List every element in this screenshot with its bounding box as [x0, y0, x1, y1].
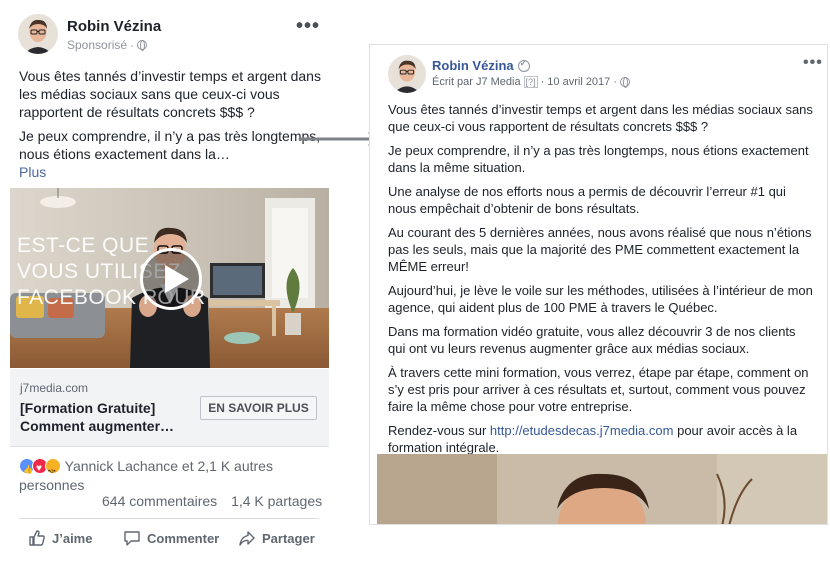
play-icon[interactable] [140, 248, 202, 310]
meta-separator: · [540, 76, 545, 88]
share-button[interactable]: Partager [238, 528, 315, 548]
link-preview[interactable]: j7media.com [Formation Gratuite] Comment… [10, 369, 329, 447]
post-paragraph: Une analyse de nos efforts nous a permis… [388, 184, 786, 216]
more-options-icon[interactable]: ••• [803, 55, 823, 71]
video-thumbnail[interactable]: EST-CE QUE VOUS UTILISEZ FACEBOOK POUR [10, 188, 329, 368]
written-by-prefix: Écrit par [432, 76, 473, 88]
shares-count[interactable]: 1,4 K partages [231, 493, 322, 509]
globe-icon [137, 40, 148, 51]
post-paragraph: Vous êtes tannés d’investir temps et arg… [19, 68, 321, 120]
post-paragraph: Aujourd’hui, je lève le voile sur les mé… [388, 283, 813, 315]
comment-label: Commenter [147, 530, 220, 546]
mobile-sponsored-post: Robin Vézina Sponsorisé · ••• Vous êtes … [0, 0, 340, 565]
help-badge[interactable]: [?] [523, 76, 538, 88]
desktop-expanded-post: Robin Vézina Écrit par J7 Media [?] · 10… [369, 44, 828, 525]
post-paragraph: Dans ma formation vidéo gratuite, vous a… [388, 324, 796, 356]
author-name-link[interactable]: Robin Vézina [432, 58, 514, 73]
written-by-link[interactable]: J7 Media [476, 76, 521, 88]
link-headline[interactable]: [Formation Gratuite] Comment augmenter… [20, 399, 190, 435]
meta-separator: · [130, 38, 135, 52]
see-more-link[interactable]: Plus [19, 164, 46, 180]
author-name: Robin Vézina [432, 58, 530, 73]
post-paragraph-text: Je peux comprendre, il n’y a pas très lo… [19, 128, 321, 162]
globe-icon [619, 77, 630, 88]
engagement-counts: 644 commentaires 1,4 K partages [102, 493, 322, 509]
comments-count[interactable]: 644 commentaires [102, 493, 217, 509]
post-paragraph: Je peux comprendre, il n’y a pas très lo… [388, 143, 809, 175]
wow-reaction-icon [45, 458, 61, 482]
post-paragraph-truncated: Je peux comprendre, il n’y a pas très lo… [19, 127, 324, 181]
post-meta: Écrit par J7 Media [?] · 10 avril 2017 · [432, 76, 630, 88]
comment-button[interactable]: Commenter [123, 528, 238, 548]
sponsored-label[interactable]: Sponsorisé [67, 38, 127, 52]
paragraph-text: Rendez-vous sur [388, 423, 487, 438]
post-paragraph: Vous êtes tannés d’investir temps et arg… [388, 102, 813, 134]
more-options-icon[interactable]: ••• [296, 16, 320, 36]
comment-icon [124, 531, 140, 546]
post-text: Vous êtes tannés d’investir temps et arg… [388, 101, 813, 463]
training-link[interactable]: http://etudesdecas.j7media.com [490, 423, 674, 438]
post-paragraph: Au courant des 5 dernières années, nous … [388, 225, 812, 274]
author-avatar[interactable] [18, 14, 58, 54]
verified-badge-icon [517, 58, 530, 72]
video-preview[interactable] [377, 454, 827, 524]
post-paragraph: À travers cette mini formation, vous ver… [388, 365, 809, 414]
share-icon [239, 531, 255, 546]
share-label: Partager [262, 530, 315, 546]
like-label: J’aime [52, 530, 93, 546]
learn-more-button[interactable]: EN SAVOIR PLUS [200, 396, 317, 420]
link-domain: j7media.com [20, 381, 89, 395]
post-actions: J’aime Commenter Partager [28, 528, 328, 548]
meta-separator: · [613, 76, 617, 88]
author-avatar[interactable] [388, 55, 426, 93]
post-text: Vous êtes tannés d’investir temps et arg… [19, 67, 324, 187]
like-button[interactable]: J’aime [28, 528, 123, 548]
author-name[interactable]: Robin Vézina [67, 18, 161, 35]
thumbs-up-icon [29, 530, 45, 546]
video-preview-image [377, 454, 827, 524]
post-date[interactable]: 10 avril 2017 [547, 76, 610, 88]
post-meta: Sponsorisé · [67, 38, 148, 52]
post-paragraph-with-link: Rendez-vous sur http://etudesdecas.j7med… [388, 422, 813, 456]
divider [19, 518, 319, 519]
reactions-summary[interactable]: Yannick Lachance et 2,1 K autres personn… [19, 457, 319, 495]
